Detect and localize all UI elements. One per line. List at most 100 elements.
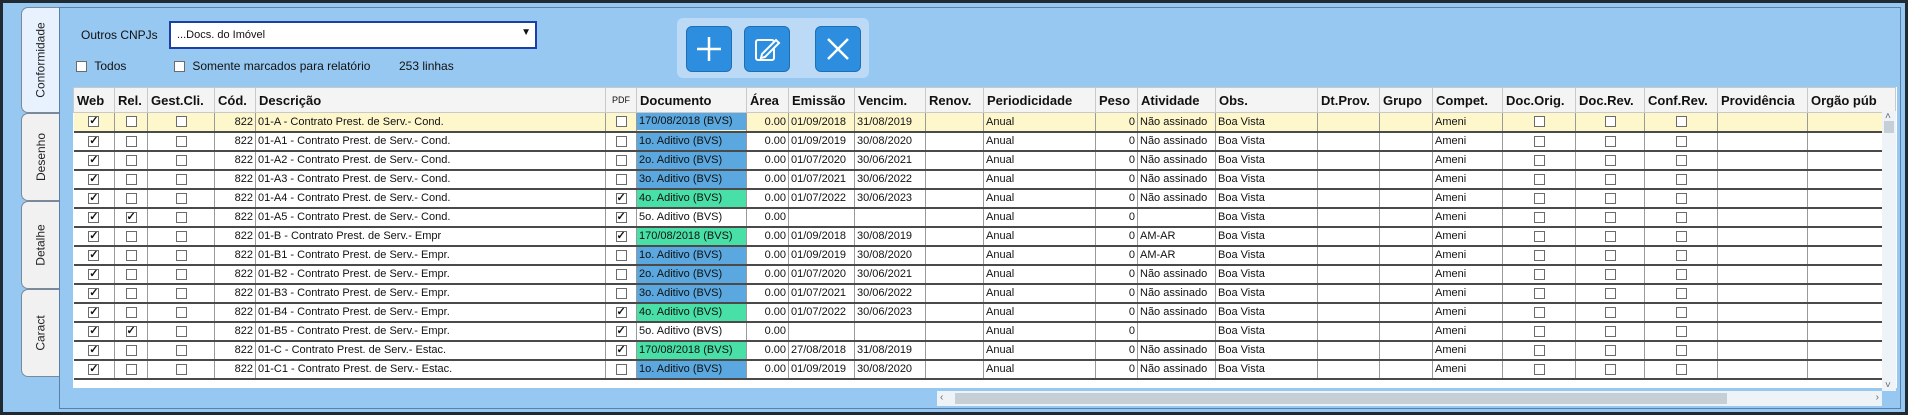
pdf-checkbox[interactable] xyxy=(615,154,627,166)
conf-rev-checkbox[interactable] xyxy=(1675,116,1687,128)
conf-rev-checkbox[interactable] xyxy=(1675,173,1687,185)
col-renov[interactable]: Renov. xyxy=(925,87,984,113)
table-row[interactable]: 82201-B3 - Contrato Prest. de Serv.- Emp… xyxy=(73,283,1896,304)
pdf-checkbox[interactable] xyxy=(615,363,627,375)
table-row[interactable]: 82201-B1 - Contrato Prest. de Serv.- Emp… xyxy=(73,245,1896,266)
tab-detalhe[interactable]: Detalhe xyxy=(21,201,60,289)
web-checkbox[interactable] xyxy=(88,134,100,147)
documento-cell[interactable]: 2o. Aditivo (BVS) xyxy=(636,264,747,285)
col-atividade[interactable]: Atividade xyxy=(1137,87,1216,113)
pdf-checkbox[interactable] xyxy=(615,210,627,223)
doc-rev-checkbox[interactable] xyxy=(1604,192,1616,204)
horizontal-scrollbar[interactable]: ‹ › xyxy=(937,391,1882,406)
rel-checkbox[interactable] xyxy=(125,363,137,375)
conf-rev-checkbox[interactable] xyxy=(1675,363,1687,375)
col-providencia[interactable]: Providência xyxy=(1717,87,1808,113)
col-conf-rev[interactable]: Conf.Rev. xyxy=(1644,87,1718,113)
col-pdf[interactable]: PDF xyxy=(605,87,637,113)
doc-rev-checkbox[interactable] xyxy=(1604,363,1616,375)
rel-checkbox[interactable] xyxy=(125,173,137,185)
col-periodicidade[interactable]: Periodicidade xyxy=(983,87,1096,113)
gest-cli-checkbox[interactable] xyxy=(175,249,187,261)
pdf-checkbox[interactable] xyxy=(615,287,627,299)
col-obs[interactable]: Obs. xyxy=(1215,87,1318,113)
chevron-left-icon[interactable]: ‹ xyxy=(940,392,943,403)
web-checkbox[interactable] xyxy=(88,210,100,223)
web-checkbox[interactable] xyxy=(88,362,100,375)
table-row[interactable]: 82201-A4 - Contrato Prest. de Serv.- Con… xyxy=(73,188,1896,209)
conf-rev-checkbox[interactable] xyxy=(1675,135,1687,147)
gest-cli-checkbox[interactable] xyxy=(175,306,187,318)
table-row[interactable]: 82201-B5 - Contrato Prest. de Serv.- Emp… xyxy=(73,321,1896,342)
rel-checkbox[interactable] xyxy=(125,249,137,261)
doc-rev-checkbox[interactable] xyxy=(1604,154,1616,166)
gest-cli-checkbox[interactable] xyxy=(175,211,187,223)
rel-checkbox[interactable] xyxy=(125,306,137,318)
doc-rev-checkbox[interactable] xyxy=(1604,249,1616,261)
close-button[interactable] xyxy=(815,26,861,72)
doc-orig-checkbox[interactable] xyxy=(1533,173,1545,185)
col-emissao[interactable]: Emissão xyxy=(788,87,855,113)
doc-orig-checkbox[interactable] xyxy=(1533,154,1545,166)
table-row[interactable]: 82201-B - Contrato Prest. de Serv.- Empr… xyxy=(73,226,1896,247)
edit-button[interactable] xyxy=(744,26,790,72)
doc-rev-checkbox[interactable] xyxy=(1604,268,1616,280)
table-row[interactable]: 82201-A1 - Contrato Prest. de Serv.- Con… xyxy=(73,131,1896,152)
gest-cli-checkbox[interactable] xyxy=(175,173,187,185)
todos-filter[interactable]: Todos xyxy=(76,59,126,73)
col-peso[interactable]: Peso xyxy=(1095,87,1138,113)
web-checkbox[interactable] xyxy=(88,229,100,242)
documento-cell[interactable]: 170/08/2018 (BVS) xyxy=(636,226,747,247)
col-rel[interactable]: Rel. xyxy=(114,87,148,113)
documento-cell[interactable]: 3o. Aditivo (BVS) xyxy=(636,283,747,304)
doc-orig-checkbox[interactable] xyxy=(1533,211,1545,223)
web-checkbox[interactable] xyxy=(88,324,100,337)
documento-cell[interactable]: 1o. Aditivo (BVS) xyxy=(636,131,747,152)
table-row[interactable]: 82201-A5 - Contrato Prest. de Serv.- Con… xyxy=(73,207,1896,228)
gest-cli-checkbox[interactable] xyxy=(175,325,187,337)
doc-rev-checkbox[interactable] xyxy=(1604,211,1616,223)
pdf-checkbox[interactable] xyxy=(615,343,627,356)
conf-rev-checkbox[interactable] xyxy=(1675,249,1687,261)
conf-rev-checkbox[interactable] xyxy=(1675,287,1687,299)
gest-cli-checkbox[interactable] xyxy=(175,135,187,147)
web-checkbox[interactable] xyxy=(88,248,100,261)
documento-cell[interactable]: 5o. Aditivo (BVS) xyxy=(636,321,747,342)
doc-rev-checkbox[interactable] xyxy=(1604,325,1616,337)
col-vencim[interactable]: Vencim. xyxy=(854,87,926,113)
documento-cell[interactable]: 170/08/2018 (BVS) xyxy=(636,112,747,133)
table-row[interactable]: 82201-A - Contrato Prest. de Serv.- Cond… xyxy=(73,112,1896,133)
doc-rev-checkbox[interactable] xyxy=(1604,230,1616,242)
chevron-down-icon[interactable]: ˅ xyxy=(1885,380,1891,391)
web-checkbox[interactable] xyxy=(88,286,100,299)
web-checkbox[interactable] xyxy=(88,191,100,204)
conf-rev-checkbox[interactable] xyxy=(1675,268,1687,280)
documento-cell[interactable]: 170/08/2018 (BVS) xyxy=(636,340,747,361)
rel-checkbox[interactable] xyxy=(125,287,137,299)
pdf-checkbox[interactable] xyxy=(615,116,627,128)
cnpj-select[interactable]: ...Docs. do Imóvel ▼ xyxy=(169,21,537,49)
chevron-up-icon[interactable]: ˄ xyxy=(1885,111,1891,122)
table-row[interactable]: 82201-C1 - Contrato Prest. de Serv.- Est… xyxy=(73,359,1896,380)
tab-conformidade[interactable]: Conformidade xyxy=(21,7,60,113)
doc-orig-checkbox[interactable] xyxy=(1533,268,1545,280)
gest-cli-checkbox[interactable] xyxy=(175,192,187,204)
conf-rev-checkbox[interactable] xyxy=(1675,154,1687,166)
pdf-checkbox[interactable] xyxy=(615,229,627,242)
somente-checkbox[interactable] xyxy=(174,61,185,73)
gest-cli-checkbox[interactable] xyxy=(175,287,187,299)
gest-cli-checkbox[interactable] xyxy=(175,230,187,242)
doc-orig-checkbox[interactable] xyxy=(1533,116,1545,128)
table-row[interactable]: 82201-A2 - Contrato Prest. de Serv.- Con… xyxy=(73,150,1896,171)
rel-checkbox[interactable] xyxy=(125,192,137,204)
table-row[interactable]: 82201-C - Contrato Prest. de Serv.- Esta… xyxy=(73,340,1896,361)
gest-cli-checkbox[interactable] xyxy=(175,268,187,280)
rel-checkbox[interactable] xyxy=(125,135,137,147)
documento-cell[interactable]: 1o. Aditivo (BVS) xyxy=(636,245,747,266)
table-row[interactable]: 82201-B4 - Contrato Prest. de Serv.- Emp… xyxy=(73,302,1896,323)
doc-orig-checkbox[interactable] xyxy=(1533,135,1545,147)
gest-cli-checkbox[interactable] xyxy=(175,363,187,375)
conf-rev-checkbox[interactable] xyxy=(1675,192,1687,204)
gest-cli-checkbox[interactable] xyxy=(175,116,187,128)
web-checkbox[interactable] xyxy=(88,305,100,318)
